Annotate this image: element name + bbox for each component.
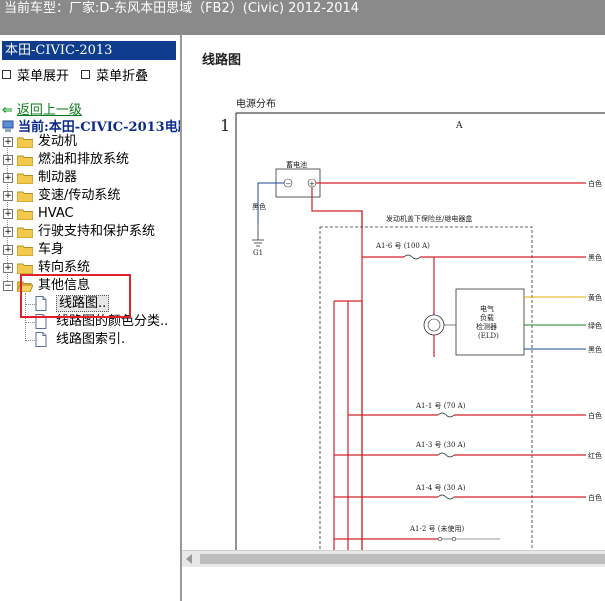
top-bar: 当前车型：厂家:D-东风本田思域（FB2）(Civic) 2012-2014 (0, 0, 605, 35)
highlight-box (20, 274, 131, 318)
svg-text:白色: 白色 (588, 179, 602, 188)
svg-text:−: − (286, 180, 292, 188)
expand-menu-button[interactable]: 菜单展开 (2, 65, 69, 84)
ground-wire-color: 黑色 (252, 202, 266, 211)
expand-icon[interactable]: + (3, 209, 13, 219)
fuse-a1-4-label: A1-4 号 (30 A) (415, 484, 466, 492)
svg-text:白色: 白色 (588, 493, 602, 502)
expand-icon[interactable]: + (3, 245, 13, 255)
row-number: 1 (220, 116, 230, 135)
square-icon (2, 70, 11, 79)
fuse-box-title: 发动机盖下保险丝/继电器盒 (386, 214, 472, 223)
svg-text:红色: 红色 (588, 451, 602, 460)
square-icon (81, 70, 91, 79)
page-title: 线路图 (202, 53, 242, 68)
svg-text:黑色: 黑色 (588, 345, 602, 354)
svg-text:黑色: 黑色 (588, 253, 602, 262)
collapse-menu-button[interactable]: 菜单折叠 (81, 65, 148, 84)
folder-icon (17, 245, 33, 256)
svg-text:电气: 电气 (480, 304, 494, 313)
expand-icon[interactable]: + (3, 155, 13, 165)
svg-text:白色: 白色 (588, 411, 602, 420)
folder-icon (17, 191, 33, 202)
eld-module (455, 288, 525, 356)
computer-icon (2, 120, 14, 132)
collapse-icon[interactable]: − (3, 281, 13, 291)
horizontal-scrollbar[interactable] (182, 550, 605, 567)
svg-text:+: + (309, 180, 315, 188)
current-location: 当前:本田-CIVIC-2013电路 (2, 116, 180, 135)
fuse-box (319, 226, 533, 551)
sidebar: 本田-CIVIC-2013 菜单展开 菜单折叠 ⇐ 返回上一级 当前:本田-CIV… (0, 35, 182, 601)
wiring-diagram: 电源分布 1 A 蓄电池 − + 黑色 G1 白色 发动机盖下保险丝/继电器盒 (220, 97, 605, 551)
ground-label: G1 (253, 249, 263, 257)
scroll-thumb[interactable] (200, 554, 605, 564)
svg-text:绿色: 绿色 (588, 321, 602, 330)
sidebar-title: 本田-CIVIC-2013 (2, 41, 176, 60)
expand-icon[interactable]: + (3, 173, 13, 183)
section-title: 电源分布 (236, 97, 276, 110)
fuse-a1-1-label: A1-1 号 (70 A) (415, 402, 466, 410)
folder-icon (17, 173, 33, 184)
menu-toggle-row: 菜单展开 菜单折叠 (2, 65, 156, 84)
fuse-a1-3-label: A1-3 号 (30 A) (415, 441, 466, 449)
scroll-left-icon[interactable] (186, 554, 192, 564)
expand-icon[interactable]: + (3, 263, 13, 273)
vehicle-label: 当前车型：厂家:D-东风本田思域（FB2）(Civic) 2012-2014 (4, 1, 360, 16)
expand-icon[interactable]: + (3, 227, 13, 237)
fuse-a1-6-label: A1-6 号 (100 A) (375, 242, 430, 250)
content-pane: 线路图 电源分布 1 A 蓄电池 − + 黑色 G1 白色 发动机盖下保险丝/继… (182, 35, 605, 601)
svg-text:(ELD): (ELD) (478, 332, 499, 340)
folder-icon (17, 209, 33, 220)
battery-label: 蓄电池 (286, 160, 307, 169)
column-label: A (455, 121, 463, 131)
expand-icon[interactable]: + (3, 191, 13, 201)
folder-icon (17, 227, 33, 238)
svg-text:检测器: 检测器 (476, 322, 497, 331)
folder-icon (17, 137, 33, 148)
expand-icon[interactable]: + (3, 137, 13, 147)
svg-text:负载: 负载 (480, 313, 494, 322)
folder-icon (17, 155, 33, 166)
folder-icon (17, 263, 33, 274)
fuse-a1-2-label: A1-2 号 (未使用) (409, 524, 465, 533)
svg-text:黄色: 黄色 (588, 293, 602, 302)
page-icon (35, 332, 47, 347)
